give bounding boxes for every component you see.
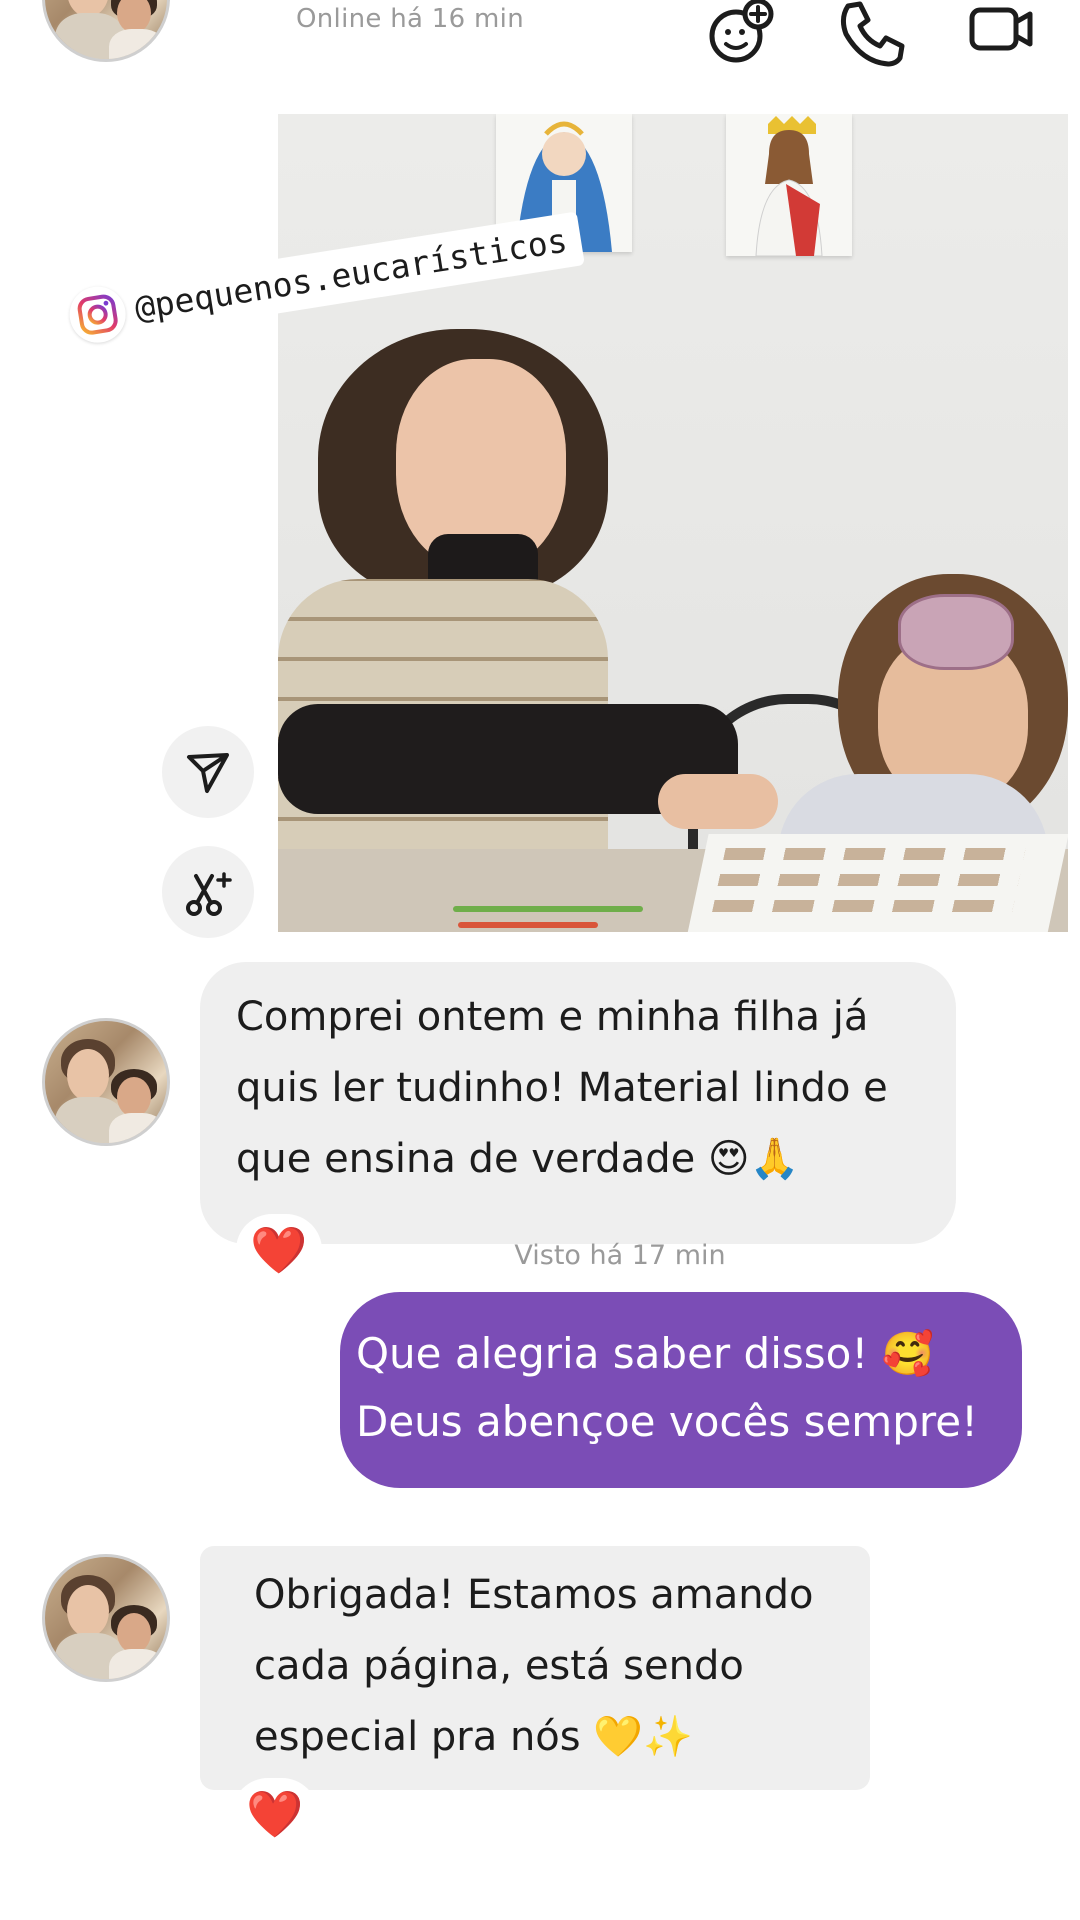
chat-header: Online há 16 min (0, 0, 1080, 80)
seen-status: Visto há 17 min (514, 1240, 726, 1271)
heart-reaction[interactable]: ❤️ (232, 1778, 318, 1850)
open-book (687, 834, 1068, 932)
online-status: Online há 16 min (296, 4, 524, 34)
remix-button[interactable] (162, 846, 254, 938)
sender-avatar[interactable] (42, 1018, 170, 1146)
message-line: Comprei ontem e minha filha já (236, 994, 869, 1040)
message-line: cada página, está sendo (254, 1643, 744, 1689)
message-line: quis ler tudinho! Material lindo e (236, 1065, 888, 1111)
wall-drawing-jesus (726, 114, 852, 257)
message-line: que ensina de verdade 😍🙏 (236, 1136, 800, 1182)
share-icon (187, 753, 229, 793)
message-line: Obrigada! Estamos amando (254, 1572, 814, 1618)
video-camera-icon[interactable] (966, 0, 1038, 68)
scissors-sparkle-icon (186, 872, 232, 916)
share-button[interactable] (162, 726, 254, 818)
heart-reaction[interactable]: ❤️ (236, 1214, 322, 1286)
outgoing-message[interactable]: Que alegria saber disso! 🥰 Deus abençoe … (340, 1292, 1022, 1488)
contact-avatar[interactable] (42, 0, 170, 62)
incoming-message[interactable]: Comprei ontem e minha filha já quis ler … (200, 962, 956, 1244)
add-effect-icon[interactable] (704, 0, 776, 68)
incoming-message[interactable]: Obrigada! Estamos amando cada página, es… (200, 1546, 870, 1790)
sender-avatar[interactable] (42, 1554, 170, 1682)
phone-icon[interactable] (834, 0, 906, 68)
message-line: Que alegria saber disso! 🥰 (356, 1329, 934, 1378)
message-line: especial pra nós 💛✨ (254, 1714, 693, 1760)
message-line: Deus abençoe vocês sempre! (356, 1397, 978, 1446)
